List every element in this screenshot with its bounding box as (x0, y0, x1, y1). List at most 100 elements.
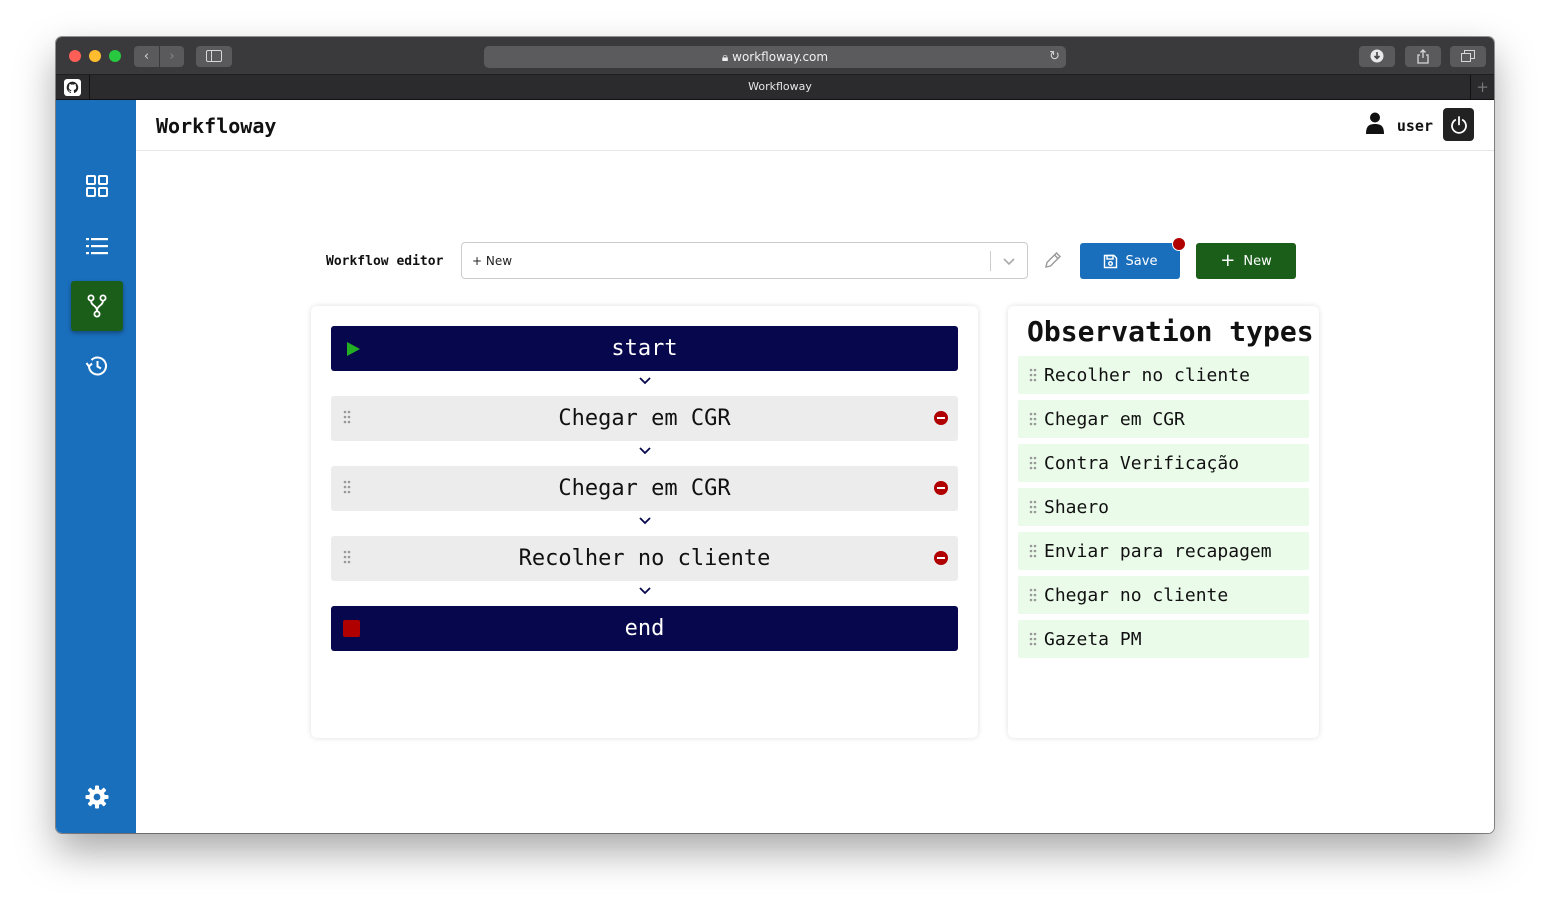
start-step: start (331, 326, 958, 371)
observation-type-label: Chegar em CGR (1044, 408, 1185, 430)
username: user (1396, 117, 1433, 135)
plus-icon: + (1220, 250, 1236, 271)
github-icon[interactable] (56, 75, 90, 99)
sidebar-icon (206, 50, 222, 62)
drag-handle-icon[interactable] (1029, 412, 1037, 426)
save-button-label: Save (1125, 253, 1158, 269)
forward-button[interactable]: › (160, 46, 184, 67)
observation-type-item[interactable]: Gazeta PM (1018, 620, 1309, 658)
observation-type-label: Recolher no cliente (1044, 364, 1250, 386)
downloads-button[interactable] (1359, 46, 1395, 67)
new-tab-button[interactable]: + (1470, 75, 1494, 99)
unsaved-indicator (1172, 237, 1186, 251)
stop-icon (343, 620, 360, 637)
share-button[interactable] (1405, 46, 1441, 67)
workflow-steps-panel: start Chegar em CGR Chegar em CGR Recolh… (311, 306, 978, 738)
list-icon (86, 238, 108, 255)
save-button[interactable]: Save (1080, 243, 1180, 279)
sidebar-item-workflows[interactable] (71, 281, 123, 331)
logout-button[interactable] (1443, 108, 1474, 141)
observation-type-label: Gazeta PM (1044, 628, 1142, 650)
lock-icon: 🔒︎ (721, 50, 729, 64)
back-button[interactable]: ‹ (134, 46, 159, 67)
drag-handle-icon[interactable] (1029, 500, 1037, 514)
download-icon (1370, 49, 1384, 63)
observation-type-label: Chegar no cliente (1044, 584, 1229, 606)
select-separator (990, 251, 991, 271)
remove-step-button[interactable] (934, 411, 948, 425)
close-window-button[interactable] (69, 50, 81, 62)
chevron-left-icon: ‹ (143, 49, 150, 64)
workflow-editor-label: Workflow editor (326, 254, 444, 269)
workflow-step[interactable]: Chegar em CGR (331, 396, 958, 441)
new-workflow-button[interactable]: + New (1196, 243, 1296, 279)
reload-icon[interactable]: ↻ (1049, 46, 1060, 68)
observation-types-title: Observation types (1027, 315, 1314, 348)
observation-type-label: Contra Verificação (1044, 452, 1240, 474)
branch-icon (87, 294, 107, 318)
drag-handle-icon[interactable] (343, 550, 351, 564)
end-step-label: end (624, 616, 665, 641)
power-icon (1450, 115, 1467, 134)
drag-handle-icon[interactable] (1029, 632, 1037, 646)
url-text: workfloway.com (732, 50, 829, 64)
workflow-step[interactable]: Chegar em CGR (331, 466, 958, 511)
zoom-window-button[interactable] (109, 50, 121, 62)
tab-bar: Workfloway + (56, 75, 1494, 100)
pencil-icon[interactable] (1044, 251, 1062, 269)
sidebar-item-dashboard[interactable] (71, 161, 123, 211)
chevron-right-icon: › (169, 49, 175, 64)
observation-type-item[interactable]: Recolher no cliente (1018, 356, 1309, 394)
share-icon (1417, 49, 1429, 64)
floppy-icon (1103, 254, 1117, 268)
end-step: end (331, 606, 958, 651)
chevron-down-icon[interactable] (1001, 253, 1017, 269)
drag-handle-icon[interactable] (1029, 368, 1037, 382)
workflow-step-label: Recolher no cliente (518, 546, 771, 571)
workflow-step[interactable]: Recolher no cliente (331, 536, 958, 581)
observation-type-item[interactable]: Shaero (1018, 488, 1309, 526)
workflow-select[interactable]: + New (461, 242, 1028, 279)
observation-type-item[interactable]: Chegar no cliente (1018, 576, 1309, 614)
sidebar-item-list[interactable] (71, 221, 123, 271)
remove-step-button[interactable] (934, 481, 948, 495)
history-icon (85, 356, 107, 376)
chevron-down-icon (639, 587, 651, 595)
minimize-window-button[interactable] (89, 50, 101, 62)
start-step-label: start (611, 336, 678, 361)
workflow-step-label: Chegar em CGR (558, 406, 731, 431)
observation-types-panel: Observation types Recolher no cliente Ch… (1008, 306, 1319, 738)
sidebar (56, 100, 136, 833)
drag-handle-icon[interactable] (343, 410, 351, 424)
browser-window: ‹ › 🔒︎ workfloway.com ↻ Workfloway + Wor… (56, 37, 1494, 833)
grid-icon (86, 175, 108, 197)
user-icon (1366, 112, 1384, 134)
observation-type-item[interactable]: Enviar para recapagem (1018, 532, 1309, 570)
sidebar-item-settings[interactable] (71, 772, 123, 822)
observation-type-item[interactable]: Chegar em CGR (1018, 400, 1309, 438)
play-icon (347, 342, 360, 356)
gear-icon (85, 785, 109, 809)
workflow-select-value: + New (472, 254, 513, 268)
drag-handle-icon[interactable] (1029, 588, 1037, 602)
tabs-icon (1461, 50, 1475, 62)
active-tab[interactable]: Workfloway (90, 75, 1470, 99)
chevron-down-icon (639, 447, 651, 455)
address-bar[interactable]: 🔒︎ workfloway.com ↻ (484, 46, 1066, 68)
app-root: Workfloway user Workflow editor + New Sa… (56, 100, 1494, 833)
drag-handle-icon[interactable] (1029, 544, 1037, 558)
sidebar-item-history[interactable] (71, 341, 123, 391)
observation-type-label: Shaero (1044, 496, 1110, 518)
observation-type-item[interactable]: Contra Verificação (1018, 444, 1309, 482)
tab-overview-button[interactable] (1450, 46, 1486, 67)
app-header: Workfloway user (136, 100, 1494, 151)
drag-handle-icon[interactable] (343, 480, 351, 494)
browser-toolbar: ‹ › 🔒︎ workfloway.com ↻ (56, 37, 1494, 75)
remove-step-button[interactable] (934, 551, 948, 565)
drag-handle-icon[interactable] (1029, 456, 1037, 470)
chevron-down-icon (639, 517, 651, 525)
sidebar-toggle-button[interactable] (196, 46, 232, 67)
new-button-label: New (1243, 253, 1272, 269)
app-brand[interactable]: Workfloway (156, 114, 276, 138)
workflow-step-label: Chegar em CGR (558, 476, 731, 501)
